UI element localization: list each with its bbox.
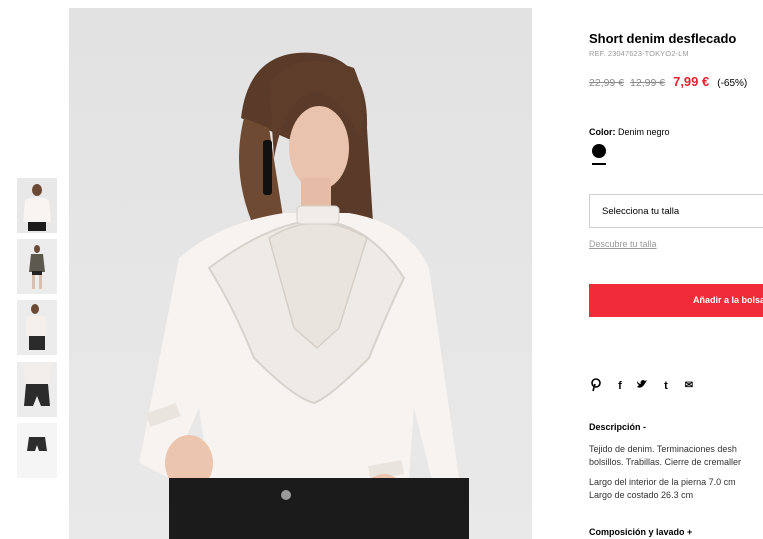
add-to-bag-button[interactable]: Añadir a la bolsa	[589, 284, 763, 317]
swatch-selected-indicator	[592, 163, 606, 165]
color-label: Color:	[589, 127, 616, 137]
original-price: 22,99 €	[589, 77, 625, 89]
color-info: Color: Denim negro	[589, 127, 670, 137]
thumbnail-3[interactable]	[17, 300, 57, 355]
color-swatch-denim-negro[interactable]	[592, 144, 606, 158]
size-select[interactable]: Selecciona tu talla	[589, 194, 763, 228]
product-title: Short denim desflecado	[589, 31, 737, 46]
size-select-label: Selecciona tu talla	[602, 206, 680, 217]
tumblr-icon[interactable]: t	[659, 378, 673, 394]
description-line-1: Tejido de denim. Terminaciones desh	[589, 444, 737, 454]
thumbnail-2[interactable]	[17, 239, 57, 294]
sale-price: 7,99 €	[673, 74, 710, 89]
size-guide-link[interactable]: Descubre tu talla	[589, 239, 657, 249]
facebook-icon[interactable]: f	[613, 378, 627, 394]
product-main-image[interactable]	[69, 8, 532, 539]
previous-price: 12,99 €	[630, 77, 666, 89]
thumbnail-1[interactable]	[17, 178, 57, 233]
discount-badge: (-65%)	[717, 78, 748, 89]
composition-toggle[interactable]: Composición y lavado +	[589, 527, 692, 537]
product-reference: REF. 23047623-TOKYO2-LM	[589, 49, 689, 58]
product-info-panel: Short denim desflecado REF. 23047623-TOK…	[589, 0, 763, 539]
thumbnail-5[interactable]	[17, 423, 57, 478]
description-toggle[interactable]: Descripción -	[589, 422, 646, 432]
twitter-icon[interactable]	[635, 378, 649, 394]
thumbnail-4[interactable]	[17, 362, 57, 417]
pinterest-icon[interactable]	[589, 378, 603, 394]
email-icon[interactable]: ✉	[682, 378, 696, 394]
color-value: Denim negro	[618, 127, 670, 137]
description-line-2: bolsillos. Trabillas. Cierre de cremalle…	[589, 457, 742, 467]
price-block: 22,99 € 12,99 € 7,99 € (-65%)	[589, 74, 747, 89]
description-line-4: Largo de costado 26.3 cm	[589, 490, 694, 500]
add-to-bag-label: Añadir a la bolsa	[693, 295, 763, 305]
description-line-3: Largo del interior de la pierna 7.0 cm	[589, 477, 736, 487]
